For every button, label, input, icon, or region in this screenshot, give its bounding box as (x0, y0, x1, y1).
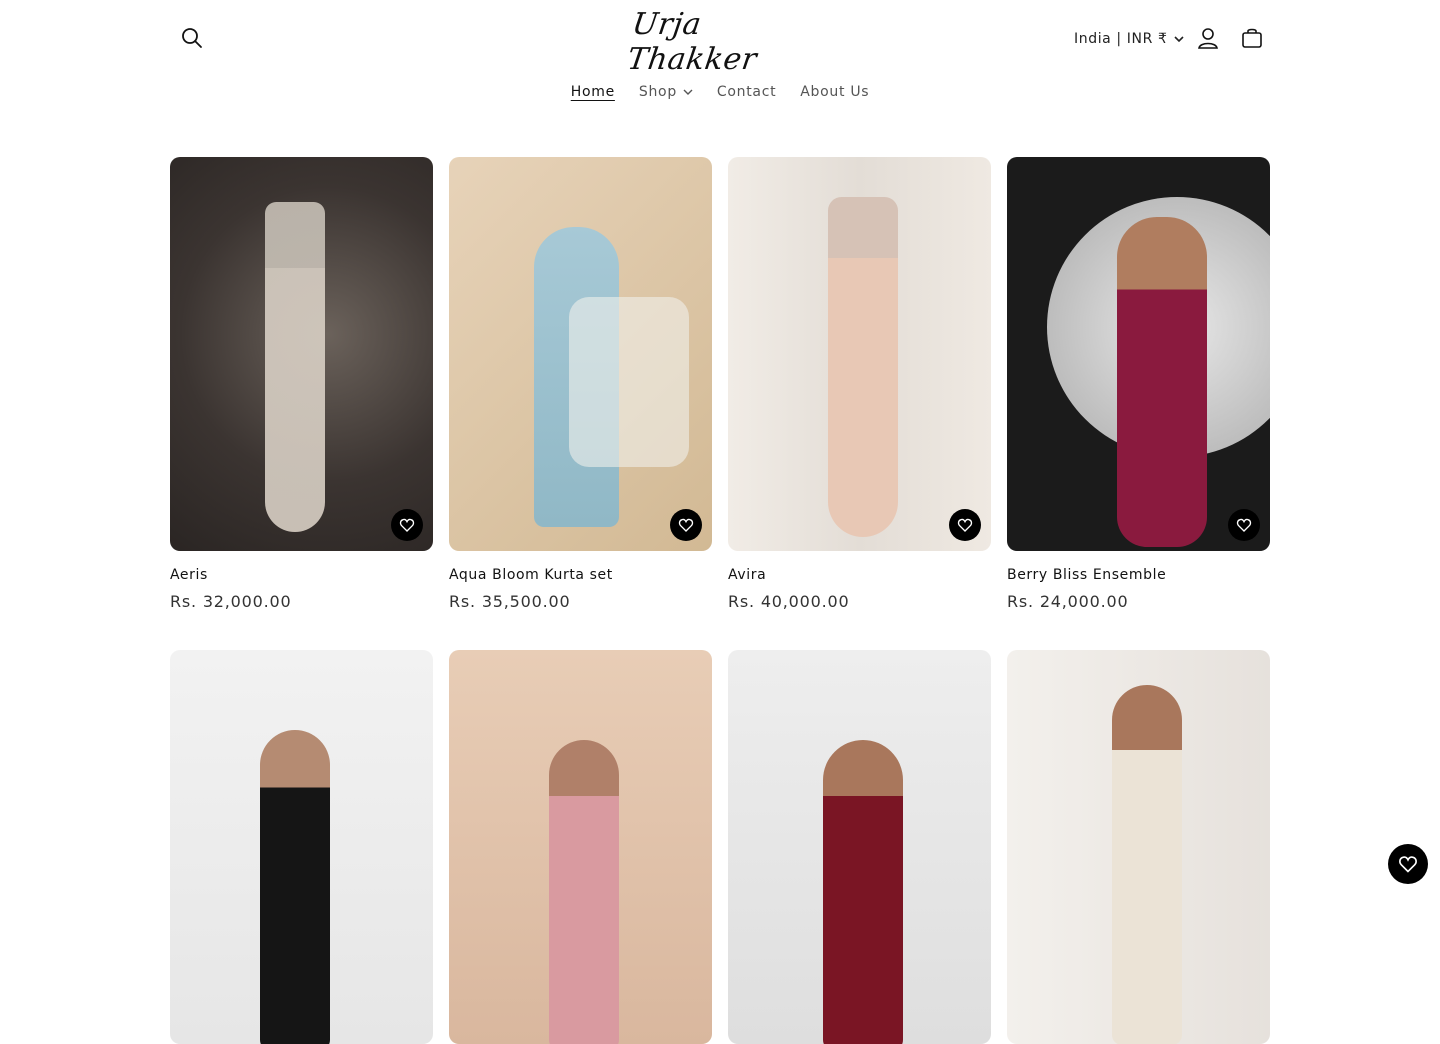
heart-icon (1236, 518, 1252, 532)
model-figure (265, 202, 325, 532)
product-card[interactable] (170, 650, 433, 1044)
product-card[interactable] (728, 650, 991, 1044)
dupatta-drape (569, 297, 689, 467)
nav-shop[interactable]: Shop (627, 78, 705, 106)
site-logo[interactable]: Urja Thakker (625, 7, 813, 77)
wishlist-button[interactable] (1228, 509, 1260, 541)
product-title[interactable]: Avira (728, 567, 991, 583)
country-currency-selector[interactable]: India | INR ₹ (1062, 22, 1197, 56)
product-price: Rs. 24,000.00 (1007, 592, 1129, 611)
heart-icon (678, 518, 694, 532)
model-figure (823, 740, 903, 1044)
search-icon (182, 28, 202, 48)
product-image[interactable] (1007, 650, 1270, 1044)
account-icon (1198, 28, 1218, 49)
country-currency-label: India | INR ₹ (1074, 31, 1168, 47)
cart-button[interactable] (1232, 18, 1272, 58)
product-price: Rs. 40,000.00 (728, 592, 850, 611)
product-image[interactable] (170, 650, 433, 1044)
product-image[interactable] (170, 157, 433, 551)
product-card[interactable]: Berry Bliss Ensemble Rs. 24,000.00 (1007, 157, 1270, 611)
model-figure (1112, 685, 1182, 1044)
wishlist-button[interactable] (391, 509, 423, 541)
nav-contact[interactable]: Contact (705, 78, 788, 106)
product-card[interactable] (449, 650, 712, 1044)
product-card[interactable]: Aqua Bloom Kurta set Rs. 35,500.00 (449, 157, 712, 611)
product-title[interactable]: Aqua Bloom Kurta set (449, 567, 712, 583)
model-figure (828, 197, 898, 537)
heart-icon (1399, 856, 1417, 873)
product-card[interactable] (1007, 650, 1270, 1044)
product-image[interactable] (449, 157, 712, 551)
heart-icon (399, 518, 415, 532)
site-header: Urja Thakker India | INR ₹ Home Shop Con… (0, 0, 1440, 125)
chevron-down-icon (1174, 36, 1185, 43)
heart-icon (957, 518, 973, 532)
model-figure (1117, 217, 1207, 547)
product-image[interactable] (1007, 157, 1270, 551)
product-price: Rs. 32,000.00 (170, 592, 292, 611)
product-title[interactable]: Aeris (170, 567, 433, 583)
product-image[interactable] (728, 157, 991, 551)
search-button[interactable] (172, 18, 212, 58)
cart-icon (1242, 28, 1262, 48)
chevron-down-icon (683, 89, 693, 95)
product-card[interactable]: Aeris Rs. 32,000.00 (170, 157, 433, 611)
nav-about-us[interactable]: About Us (788, 78, 881, 106)
model-figure (260, 730, 330, 1044)
main-navigation: Home Shop Contact About Us (0, 78, 1440, 106)
product-title[interactable]: Berry Bliss Ensemble (1007, 567, 1270, 583)
nav-home[interactable]: Home (559, 78, 627, 106)
product-card[interactable]: Avira Rs. 40,000.00 (728, 157, 991, 611)
product-image[interactable] (449, 650, 712, 1044)
floating-wishlist-button[interactable] (1388, 844, 1428, 884)
nav-shop-label: Shop (638, 84, 677, 100)
wishlist-button[interactable] (949, 509, 981, 541)
model-figure (549, 740, 619, 1044)
product-price: Rs. 35,500.00 (449, 592, 571, 611)
account-button[interactable] (1188, 18, 1228, 58)
product-image[interactable] (728, 650, 991, 1044)
wishlist-button[interactable] (670, 509, 702, 541)
